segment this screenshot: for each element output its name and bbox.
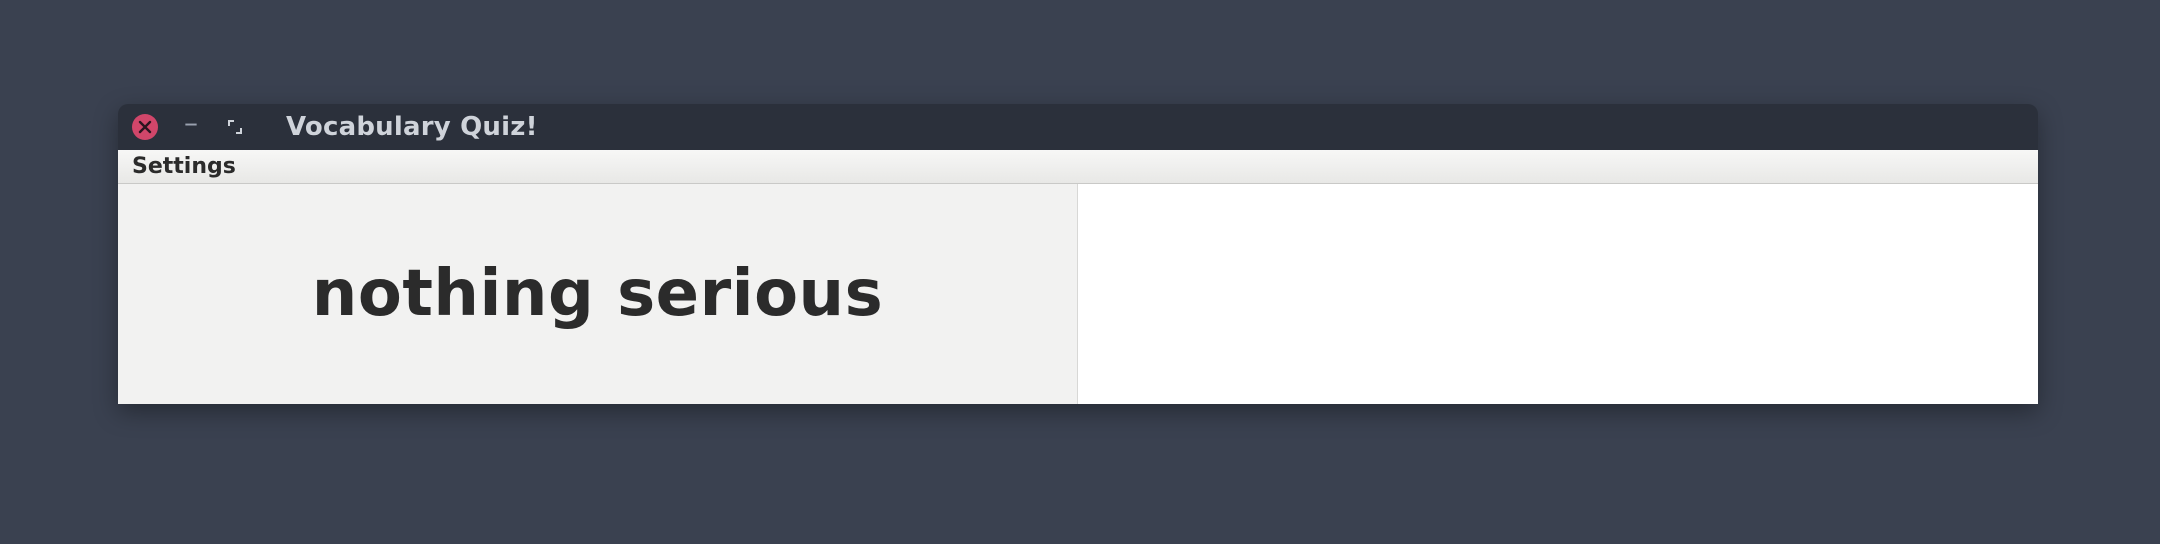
- menubar: Settings: [118, 150, 2038, 184]
- maximize-icon[interactable]: [224, 116, 246, 138]
- prompt-pane: nothing serious: [118, 184, 1078, 404]
- answer-pane: [1078, 184, 2038, 404]
- prompt-text: nothing serious: [312, 257, 883, 331]
- menu-settings[interactable]: Settings: [124, 150, 244, 183]
- close-icon[interactable]: [132, 114, 158, 140]
- content-area: nothing serious: [118, 184, 2038, 404]
- app-window: – Vocabulary Quiz! Settings nothing seri…: [118, 104, 2038, 404]
- window-title: Vocabulary Quiz!: [286, 112, 538, 142]
- answer-input[interactable]: [1078, 184, 2038, 404]
- minimize-icon[interactable]: –: [180, 116, 202, 138]
- titlebar: – Vocabulary Quiz!: [118, 104, 2038, 150]
